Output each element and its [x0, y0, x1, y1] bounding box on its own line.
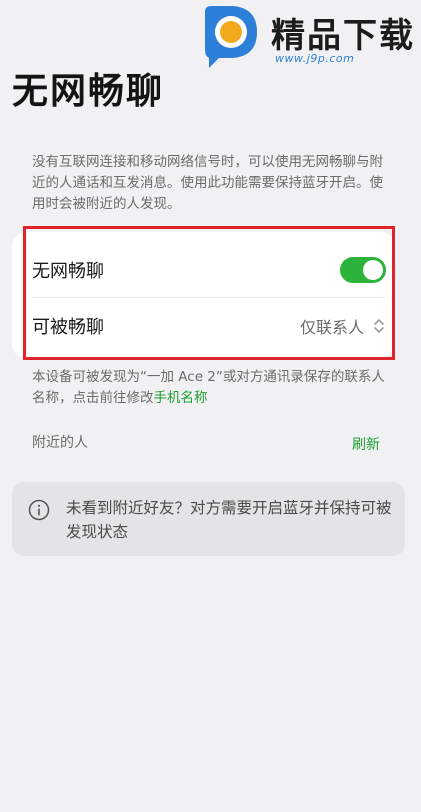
info-card: 未看到附近好友？对方需要开启蓝牙并保持可被发现状态	[12, 482, 405, 556]
watermark-logo-icon	[205, 6, 257, 68]
hint-text: 本设备可被发现为“一加 Ace 2”或对方通讯录保存的联系人名称，点击前往修改	[32, 369, 385, 406]
watermark: 精品下载 www.j9p.com	[191, 0, 421, 72]
discoverable-row[interactable]: 可被畅聊 仅联系人	[32, 298, 386, 354]
discoverable-label: 可被畅聊	[32, 317, 104, 338]
settings-card: 无网畅聊 可被畅聊 仅联系人	[12, 232, 395, 358]
refresh-button[interactable]: 刷新	[352, 434, 380, 454]
nearby-people-label: 附近的人	[32, 435, 88, 451]
device-name-hint: 本设备可被发现为“一加 Ace 2”或对方通讯录保存的联系人名称，点击前往修改手…	[32, 367, 392, 409]
offline-chat-label: 无网畅聊	[32, 261, 104, 282]
offline-chat-toggle[interactable]	[340, 257, 386, 283]
watermark-url: www.j9p.com	[275, 52, 355, 65]
chevron-updown-icon	[374, 319, 384, 333]
phone-name-link[interactable]: 手机名称	[154, 390, 208, 406]
toggle-knob	[363, 260, 383, 280]
offline-chat-toggle-row[interactable]: 无网畅聊	[32, 242, 386, 298]
discoverable-select[interactable]: 仅联系人	[300, 314, 386, 338]
page-title: 无网畅聊	[12, 71, 165, 112]
feature-description: 没有互联网连接和移动网络信号时，可以使用无网畅聊与附近的人通话和互发消息。使用此…	[32, 154, 383, 212]
info-icon	[28, 499, 50, 521]
watermark-brand: 精品下载	[271, 16, 415, 56]
discoverable-value: 仅联系人	[299, 318, 364, 337]
info-text: 未看到附近好友？对方需要开启蓝牙并保持可被发现状态	[66, 499, 392, 541]
